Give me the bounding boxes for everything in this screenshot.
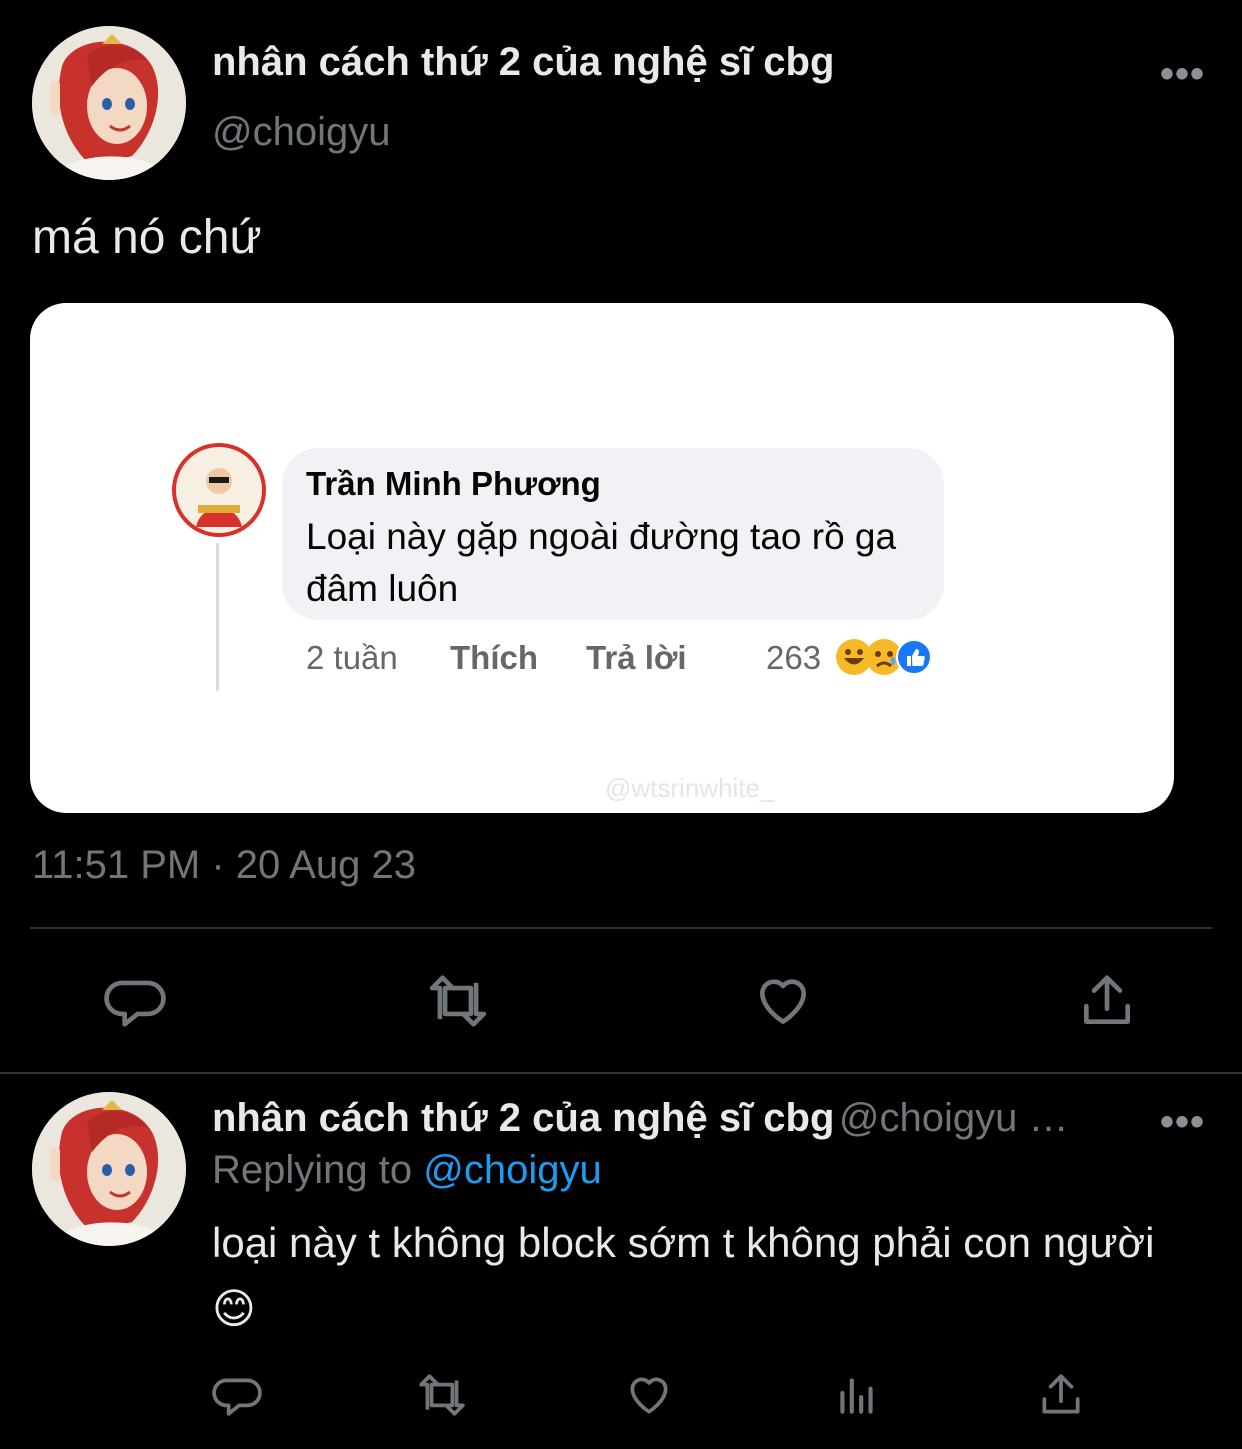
reply-handle[interactable]: @choigyu … [839, 1096, 1069, 1140]
reply-share-icon[interactable] [1036, 1370, 1086, 1420]
comment-like-label: Thích [450, 639, 538, 676]
handle[interactable]: @choigyu [212, 110, 390, 155]
comment-reaction-count: 263 [766, 639, 822, 676]
avatar-illustration [32, 26, 186, 180]
reply-more-options-icon[interactable]: ••• [1160, 1100, 1205, 1145]
replying-to-prefix: Replying to [212, 1148, 413, 1192]
tweet-timestamp[interactable]: 11:51 PM · 20 Aug 23 [32, 843, 416, 888]
comment-author-name: Trần Minh Phương [306, 465, 601, 502]
divider [0, 1072, 1242, 1074]
display-name[interactable]: nhân cách thứ 2 của nghệ sĩ cbg [212, 40, 834, 85]
more-options-icon[interactable]: ••• [1160, 52, 1205, 97]
reply-heart-icon[interactable] [624, 1370, 674, 1420]
like-reaction-icon [896, 639, 932, 675]
comment-age: 2 tuần [306, 639, 398, 676]
replying-to: Replying to @choigyu [212, 1148, 602, 1193]
reply-retweet-icon[interactable] [414, 1370, 470, 1420]
comment-text: Loại này gặp ngoài đường tao rồ ga đâm l… [306, 516, 897, 609]
tweet-text: má nó chứ [32, 211, 262, 264]
reply-icon[interactable] [104, 970, 166, 1032]
reply-header: nhân cách thứ 2 của nghệ sĩ cbg @choigyu… [212, 1096, 1068, 1141]
comment-thread-line [216, 543, 219, 691]
analytics-icon[interactable] [832, 1370, 882, 1420]
replying-to-handle-link[interactable]: @choigyu [423, 1148, 601, 1192]
heart-icon[interactable] [752, 970, 814, 1032]
reply-avatar[interactable] [32, 1092, 186, 1246]
reply-display-name[interactable]: nhân cách thứ 2 của nghệ sĩ cbg [212, 1096, 834, 1140]
tiktok-watermark: @wtsrinwhite_ [605, 773, 775, 803]
share-icon[interactable] [1076, 970, 1138, 1032]
divider [30, 927, 1212, 929]
comment-author-avatar [172, 443, 266, 537]
tweet-media-image[interactable]: Trần Minh Phương Loại này gặp ngoài đườn… [30, 303, 1174, 813]
avatar-illustration [32, 1092, 186, 1246]
avatar[interactable] [32, 26, 186, 180]
retweet-icon[interactable] [424, 970, 492, 1032]
comment-reply-label: Trả lời [586, 639, 687, 676]
reply-text: loại này t không block sớm t không phải … [212, 1219, 1155, 1332]
reply-reply-icon[interactable] [212, 1370, 262, 1420]
